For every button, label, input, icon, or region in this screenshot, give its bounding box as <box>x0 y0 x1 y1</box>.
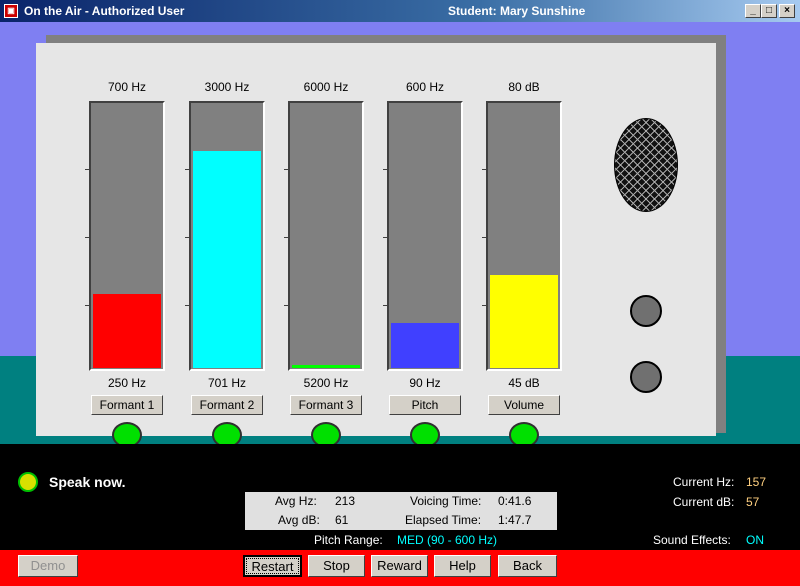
volume-button[interactable]: Volume <box>488 395 560 415</box>
maximize-button[interactable]: □ <box>761 4 777 18</box>
demo-button[interactable]: Demo <box>18 555 78 577</box>
volume-meter <box>486 101 562 371</box>
formant3-min-label: 5200 Hz <box>303 376 349 390</box>
info-area: Speak now. Avg Hz: 213 Voicing Time: 0:4… <box>0 444 800 550</box>
elapsed-time-label: Elapsed Time: <box>405 513 482 527</box>
formant1-meter <box>89 101 165 371</box>
meter-tick <box>482 305 486 306</box>
pitch-range-label: Pitch Range: <box>314 533 383 547</box>
meter-tick <box>383 169 387 170</box>
volume-level-fill <box>490 275 558 368</box>
meter-tick <box>284 169 288 170</box>
restart-button[interactable]: Restart <box>243 555 302 577</box>
knob-bottom[interactable] <box>630 361 662 393</box>
close-button[interactable]: × <box>779 4 795 18</box>
formant3-button[interactable]: Formant 3 <box>290 395 362 415</box>
formant2-max-label: 3000 Hz <box>204 80 250 94</box>
current-hz-value: 157 <box>746 475 767 489</box>
meter-tick <box>284 237 288 238</box>
avg-hz-label: Avg Hz: <box>275 494 317 508</box>
meter-panel: 700 Hz 250 Hz Formant 1 3000 Hz 701 Hz Forman… <box>36 43 716 448</box>
pitch-max-label: 600 Hz <box>405 80 445 94</box>
avg-hz-value: 213 <box>335 494 356 508</box>
meter-tick <box>185 305 189 306</box>
stats-box: Avg Hz: 213 Voicing Time: 0:41.6 Avg dB:… <box>245 492 557 530</box>
formant2-level-fill <box>193 151 261 368</box>
formant2-min-label: 701 Hz <box>207 376 247 390</box>
student-name: Student: Mary Sunshine <box>448 4 586 18</box>
meter-tick <box>482 237 486 238</box>
formant3-level-fill <box>292 365 360 368</box>
volume-max-label: 80 dB <box>508 80 540 94</box>
current-hz-label: Current Hz: <box>673 475 735 489</box>
meter-tick <box>383 237 387 238</box>
status-led-icon <box>18 472 38 492</box>
voicing-time-label: Voicing Time: <box>410 494 482 508</box>
meter-tick <box>383 305 387 306</box>
reward-button[interactable]: Reward <box>371 555 428 577</box>
formant1-level-fill <box>93 294 161 368</box>
elapsed-time-value: 1:47.7 <box>498 513 532 527</box>
status-message: Speak now. <box>49 474 126 490</box>
pitch-meter <box>387 101 463 371</box>
pitch-range-value[interactable]: MED (90 - 600 Hz) <box>397 533 497 547</box>
formant2-button[interactable]: Formant 2 <box>191 395 263 415</box>
stop-button[interactable]: Stop <box>308 555 365 577</box>
voicing-time-value: 0:41.6 <box>498 494 532 508</box>
window-title: On the Air - Authorized User <box>24 4 185 18</box>
sound-effects-label: Sound Effects: <box>653 533 731 547</box>
current-db-label: Current dB: <box>673 495 735 509</box>
knob-top[interactable] <box>630 295 662 327</box>
stage: 700 Hz 250 Hz Formant 1 3000 Hz 701 Hz Forman… <box>0 22 800 448</box>
formant3-meter <box>288 101 364 371</box>
formant1-button[interactable]: Formant 1 <box>91 395 163 415</box>
on-air-icon[interactable]: ▣ <box>4 4 18 18</box>
meter-tick <box>284 305 288 306</box>
current-db-value: 57 <box>746 495 760 509</box>
bottom-toolbar: Demo Restart Stop Reward Help Back <box>0 550 800 586</box>
meter-tick <box>482 169 486 170</box>
formant3-max-label: 6000 Hz <box>303 80 349 94</box>
meter-tick <box>185 237 189 238</box>
avg-db-value: 61 <box>335 513 349 527</box>
formant1-min-label: 250 Hz <box>107 376 147 390</box>
avg-db-label: Avg dB: <box>278 513 320 527</box>
meter-tick <box>85 305 89 306</box>
minimize-button[interactable]: _ <box>745 4 761 18</box>
back-button[interactable]: Back <box>498 555 557 577</box>
pitch-min-label: 90 Hz <box>409 376 441 390</box>
volume-min-label: 45 dB <box>508 376 540 390</box>
title-bar: ▣ On the Air - Authorized User Student: … <box>0 0 800 22</box>
pitch-level-fill <box>391 323 459 368</box>
speaker-grille <box>614 118 678 212</box>
help-button[interactable]: Help <box>434 555 491 577</box>
formant2-meter <box>189 101 265 371</box>
pitch-button[interactable]: Pitch <box>389 395 461 415</box>
formant1-max-label: 700 Hz <box>107 80 147 94</box>
meter-tick <box>85 237 89 238</box>
sound-effects-value[interactable]: ON <box>746 533 764 547</box>
meter-tick <box>185 169 189 170</box>
meter-tick <box>85 169 89 170</box>
